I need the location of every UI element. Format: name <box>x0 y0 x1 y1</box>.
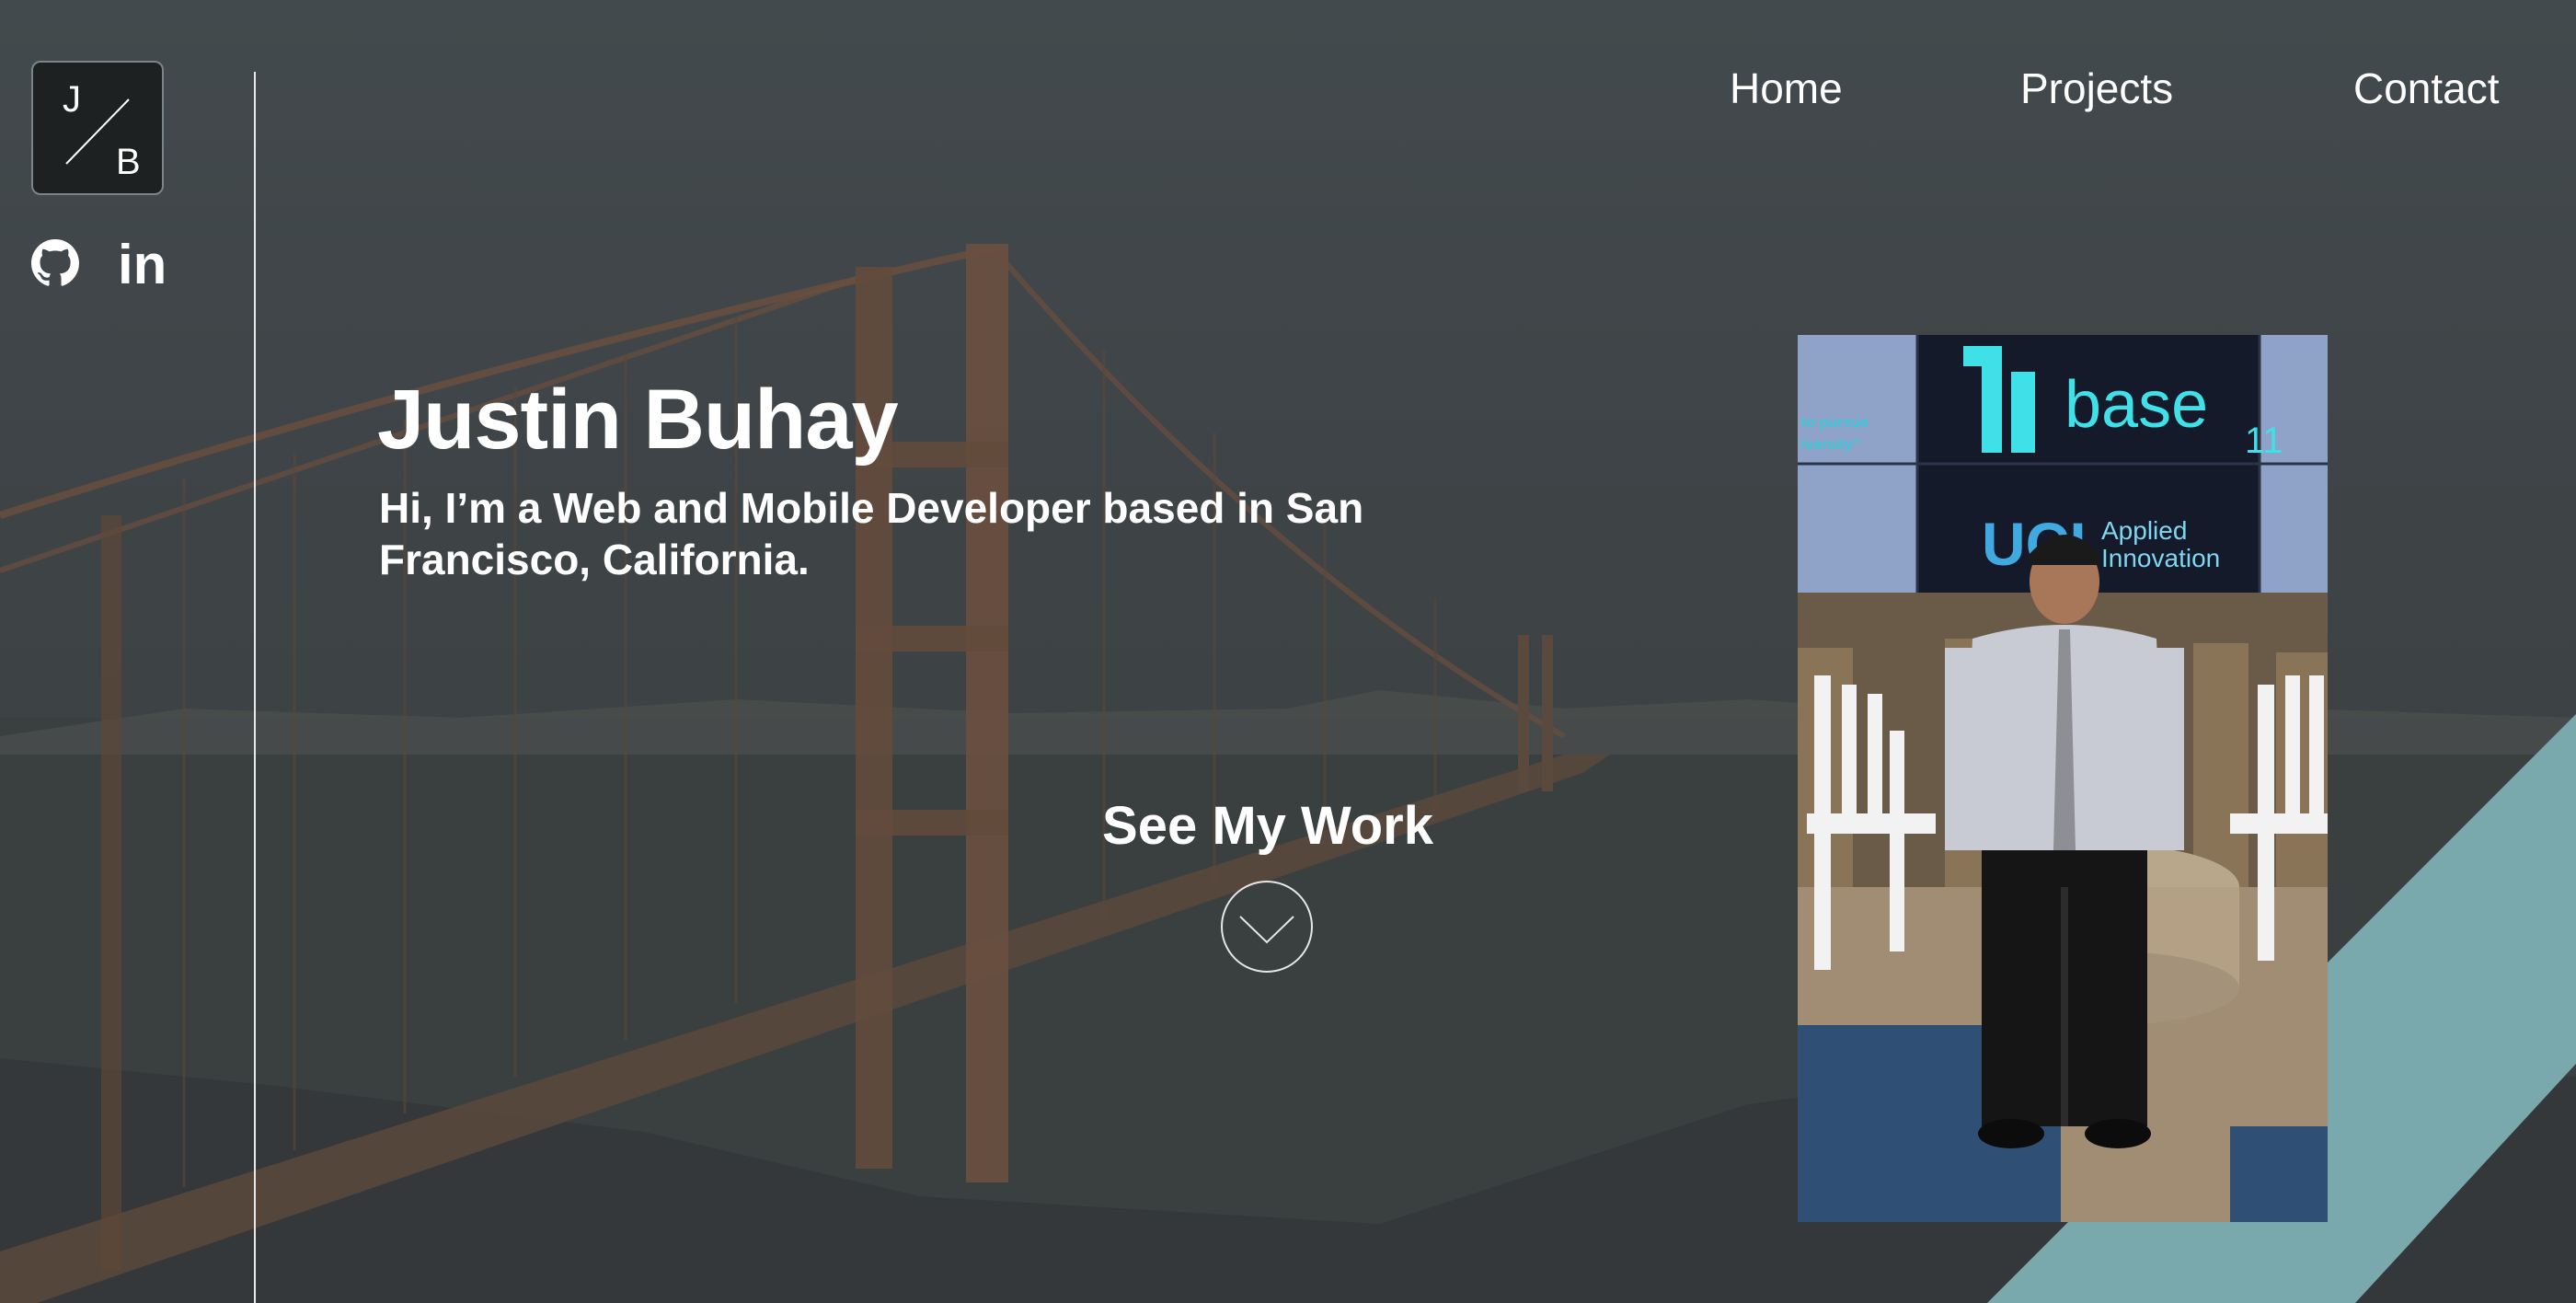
github-icon[interactable] <box>31 239 79 287</box>
hero-tagline: Hi, I’m a Web and Mobile Developer based… <box>379 484 1364 583</box>
nav-contact-link[interactable]: Contact <box>2353 61 2500 116</box>
chevron-down-icon[interactable] <box>1220 880 1314 974</box>
hero-name: Justin Buhay <box>377 373 899 467</box>
nav-home-link[interactable]: Home <box>1730 61 1843 116</box>
screen-brand-text: base <box>2064 368 2208 442</box>
screen-side-text-1: to pursue <box>1801 415 1869 431</box>
screen-org-line2: Innovation <box>2101 544 2220 572</box>
see-my-work-button[interactable]: See My Work <box>1040 793 1496 859</box>
screen-brand-sub: 11 <box>2245 421 2283 461</box>
vertical-divider <box>254 72 256 1303</box>
profile-photo-illustration: to pursue iversity" base 11 UCI Applied … <box>1798 335 2328 1222</box>
screen-side-text-2: iversity" <box>1801 437 1860 453</box>
nav-projects-link[interactable]: Projects <box>2020 61 2173 116</box>
page: J B in Home Projects Contact Justin Buha… <box>0 0 2576 1303</box>
logo-letter-b: B <box>116 142 141 182</box>
profile-photo: to pursue iversity" base 11 UCI Applied … <box>1798 335 2328 1222</box>
linkedin-icon[interactable]: in <box>118 237 167 293</box>
screen-org-line1: Applied <box>2101 516 2187 545</box>
top-nav: Home Projects Contact <box>0 61 2576 116</box>
